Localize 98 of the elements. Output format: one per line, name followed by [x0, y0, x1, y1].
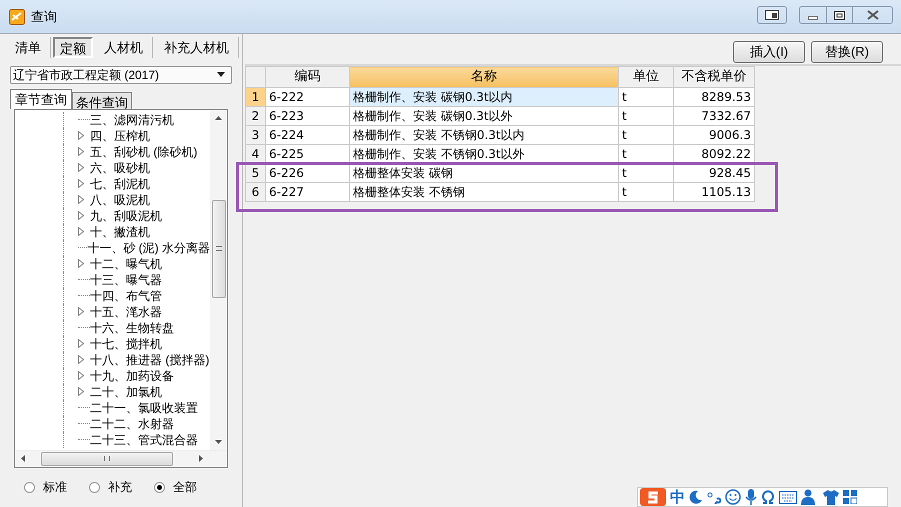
- table-cell: 格栅制作、安装 不锈钢0.3t以内: [350, 125, 618, 144]
- radio-label: 标准: [43, 479, 67, 496]
- dock-button[interactable]: [757, 6, 787, 24]
- app-icon: [9, 8, 25, 24]
- scroll-left-icon: [21, 455, 25, 462]
- tab[interactable]: 条件查询: [72, 92, 132, 109]
- table-cell: 6-222: [266, 87, 350, 106]
- moon-icon[interactable]: [689, 490, 703, 504]
- scroll-down-icon: [215, 440, 222, 444]
- tree-item[interactable]: 九、刮吸泥机: [90, 208, 162, 224]
- table-cell: 6-223: [266, 106, 350, 125]
- expand-icon[interactable]: [78, 131, 84, 140]
- table-cell: 1105.13: [674, 182, 754, 201]
- row-number[interactable]: 2: [246, 106, 266, 125]
- table-cell: 6-227: [266, 182, 350, 201]
- row-number[interactable]: 1: [246, 87, 266, 106]
- window-title: 查询: [31, 8, 57, 26]
- row-number[interactable]: 3: [246, 125, 266, 144]
- tab[interactable]: 章节查询: [10, 88, 72, 109]
- tree-item[interactable]: 五、刮砂机 (除砂机): [90, 144, 198, 160]
- column-header[interactable]: 单位: [618, 66, 674, 87]
- expand-icon[interactable]: [78, 163, 84, 172]
- scroll-up-icon: [215, 116, 222, 120]
- button[interactable]: 替换(R): [811, 41, 883, 63]
- expand-icon[interactable]: [78, 227, 84, 236]
- expand-icon[interactable]: [78, 179, 84, 188]
- table-cell: t: [618, 125, 674, 144]
- table-cell: 8289.53: [674, 87, 754, 106]
- scroll-thumb[interactable]: [212, 200, 226, 298]
- vertical-scrollbar[interactable]: [210, 110, 227, 450]
- tree-item[interactable]: 六、吸砂机: [90, 160, 150, 176]
- tab[interactable]: 定额: [53, 37, 93, 58]
- table-cell: 6-224: [266, 125, 350, 144]
- tree-item[interactable]: 四、压榨机: [90, 128, 150, 144]
- radio-button[interactable]: [154, 482, 165, 493]
- table-cell: 格栅整体安装 不锈钢: [350, 182, 618, 201]
- scroll-right-icon: [199, 455, 203, 462]
- dropdown-arrow-icon: [217, 72, 225, 78]
- tree-item[interactable]: 十三、曝气器: [90, 272, 162, 288]
- expand-icon[interactable]: [78, 307, 84, 316]
- tree-item[interactable]: 十五、滗水器: [90, 304, 162, 320]
- close-icon: [866, 10, 878, 20]
- tree-item[interactable]: 二十一、氯吸收装置: [90, 400, 198, 416]
- tab[interactable]: 人材机: [95, 37, 153, 58]
- grid-icon[interactable]: [843, 490, 857, 504]
- tree-item[interactable]: 十七、搅拌机: [90, 336, 162, 352]
- expand-icon[interactable]: [78, 211, 84, 220]
- scroll-thumb[interactable]: [41, 452, 173, 466]
- omega-icon[interactable]: [761, 490, 775, 504]
- table-cell: t: [618, 182, 674, 201]
- table-cell: t: [618, 106, 674, 125]
- tree-item[interactable]: 三、滤网清污机: [90, 112, 174, 128]
- shirt-icon[interactable]: [823, 490, 839, 504]
- maximize-icon: [834, 10, 845, 20]
- expand-icon[interactable]: [78, 147, 84, 156]
- minimize-icon: [808, 16, 818, 20]
- column-header[interactable]: 编码: [266, 66, 350, 87]
- tree-item[interactable]: 二十、加氯机: [90, 384, 162, 400]
- input-mode-label[interactable]: 中: [670, 490, 685, 504]
- table-cell: 7332.67: [674, 106, 754, 125]
- tab[interactable]: 清单: [6, 37, 51, 58]
- punctuation-icon[interactable]: [707, 490, 721, 504]
- tree-item[interactable]: 二十三、管式混合器: [90, 432, 198, 448]
- expand-icon[interactable]: [78, 339, 84, 348]
- tree-item[interactable]: 十四、布气管: [90, 288, 162, 304]
- table-cell: t: [618, 87, 674, 106]
- table-cell: 格栅制作、安装 碳钢0.3t以外: [350, 106, 618, 125]
- tree-item[interactable]: 十八、推进器 (搅拌器): [90, 352, 210, 368]
- radio-label: 全部: [173, 479, 197, 496]
- tree-item[interactable]: 十二、曝气机: [90, 256, 162, 272]
- expand-icon[interactable]: [78, 195, 84, 204]
- tree-item[interactable]: 十一、砂 (泥) 水分离器: [87, 240, 210, 256]
- horizontal-scrollbar[interactable]: [15, 450, 227, 467]
- radio-button[interactable]: [24, 482, 35, 493]
- tree-item[interactable]: 十、撇渣机: [90, 224, 150, 240]
- tree-item[interactable]: 二十二、水射器: [90, 416, 174, 432]
- radio-button[interactable]: [89, 482, 100, 493]
- button[interactable]: 插入(I): [733, 41, 805, 63]
- library-dropdown[interactable]: 辽宁省市政工程定额 (2017): [10, 66, 232, 84]
- tree-item[interactable]: 七、刮泥机: [90, 176, 150, 192]
- column-header[interactable]: 不含税单价: [674, 66, 754, 87]
- table-cell: 格栅制作、安装 碳钢0.3t以内: [350, 87, 618, 106]
- column-header[interactable]: 名称: [350, 66, 618, 87]
- tree-item[interactable]: 十九、加药设备: [90, 368, 174, 384]
- keyboard-icon[interactable]: [779, 490, 797, 504]
- table-cell: 9006.3: [674, 125, 754, 144]
- tree-item[interactable]: 十六、生物转盘: [90, 320, 174, 336]
- microphone-icon[interactable]: [745, 489, 757, 505]
- expand-icon[interactable]: [78, 259, 84, 268]
- smiley-icon[interactable]: [725, 489, 741, 505]
- dock-icon: [765, 10, 779, 20]
- tree-item[interactable]: 八、吸泥机: [90, 192, 150, 208]
- tab[interactable]: 补充人材机: [155, 37, 239, 58]
- expand-icon[interactable]: [78, 371, 84, 380]
- radio-label: 补充: [108, 479, 132, 496]
- expand-icon[interactable]: [78, 387, 84, 396]
- expand-icon[interactable]: [78, 355, 84, 364]
- row-number[interactable]: 6: [246, 182, 266, 201]
